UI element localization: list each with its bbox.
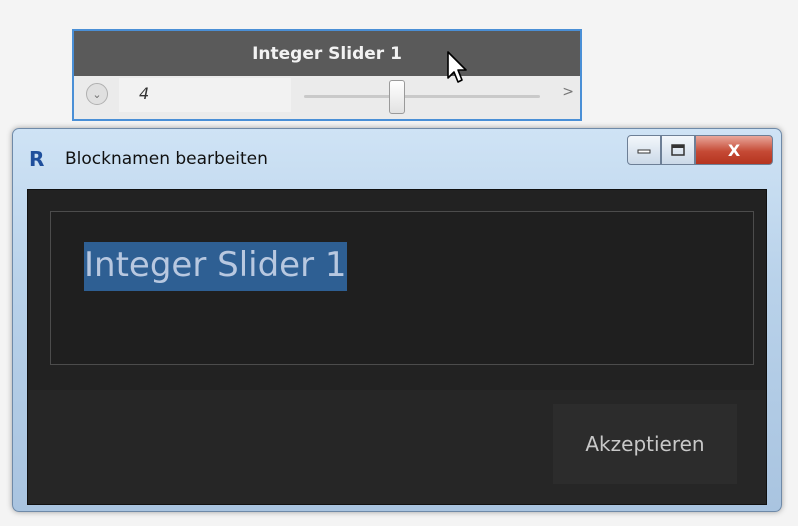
expand-icon[interactable]: ⌄ — [86, 83, 108, 105]
node-title: Integer Slider 1 — [252, 43, 402, 64]
next-step-button[interactable]: > — [562, 84, 574, 100]
app-logo-icon: R — [29, 147, 45, 171]
rename-dialog: R Blocknamen bearbeiten X Integer Slider… — [12, 128, 782, 512]
window-controls: X — [627, 135, 773, 167]
maximize-button[interactable] — [661, 135, 695, 165]
node-body: ⌄ 4 > — [74, 76, 580, 119]
close-button[interactable]: X — [695, 135, 773, 165]
window-title: Blocknamen bearbeiten — [65, 149, 268, 169]
titlebar[interactable]: R Blocknamen bearbeiten X — [13, 129, 781, 189]
slider-value[interactable]: 4 — [139, 84, 149, 103]
accept-button[interactable]: Akzeptieren — [553, 404, 737, 484]
slider-track[interactable] — [304, 95, 540, 98]
mouse-cursor-icon — [447, 51, 467, 83]
node-header[interactable]: Integer Slider 1 — [74, 31, 580, 76]
slider-thumb[interactable] — [389, 80, 405, 114]
block-name-input[interactable]: Integer Slider 1 — [50, 211, 754, 365]
accept-button-label: Akzeptieren — [585, 432, 705, 456]
integer-slider-node[interactable]: Integer Slider 1 ⌄ 4 > — [72, 29, 582, 121]
minimize-button[interactable] — [627, 135, 661, 165]
maximize-icon — [671, 144, 685, 156]
close-icon: X — [727, 140, 741, 160]
block-name-value[interactable]: Integer Slider 1 — [84, 242, 347, 291]
minimize-icon — [637, 149, 651, 154]
chevron-down-icon: ⌄ — [92, 87, 102, 101]
